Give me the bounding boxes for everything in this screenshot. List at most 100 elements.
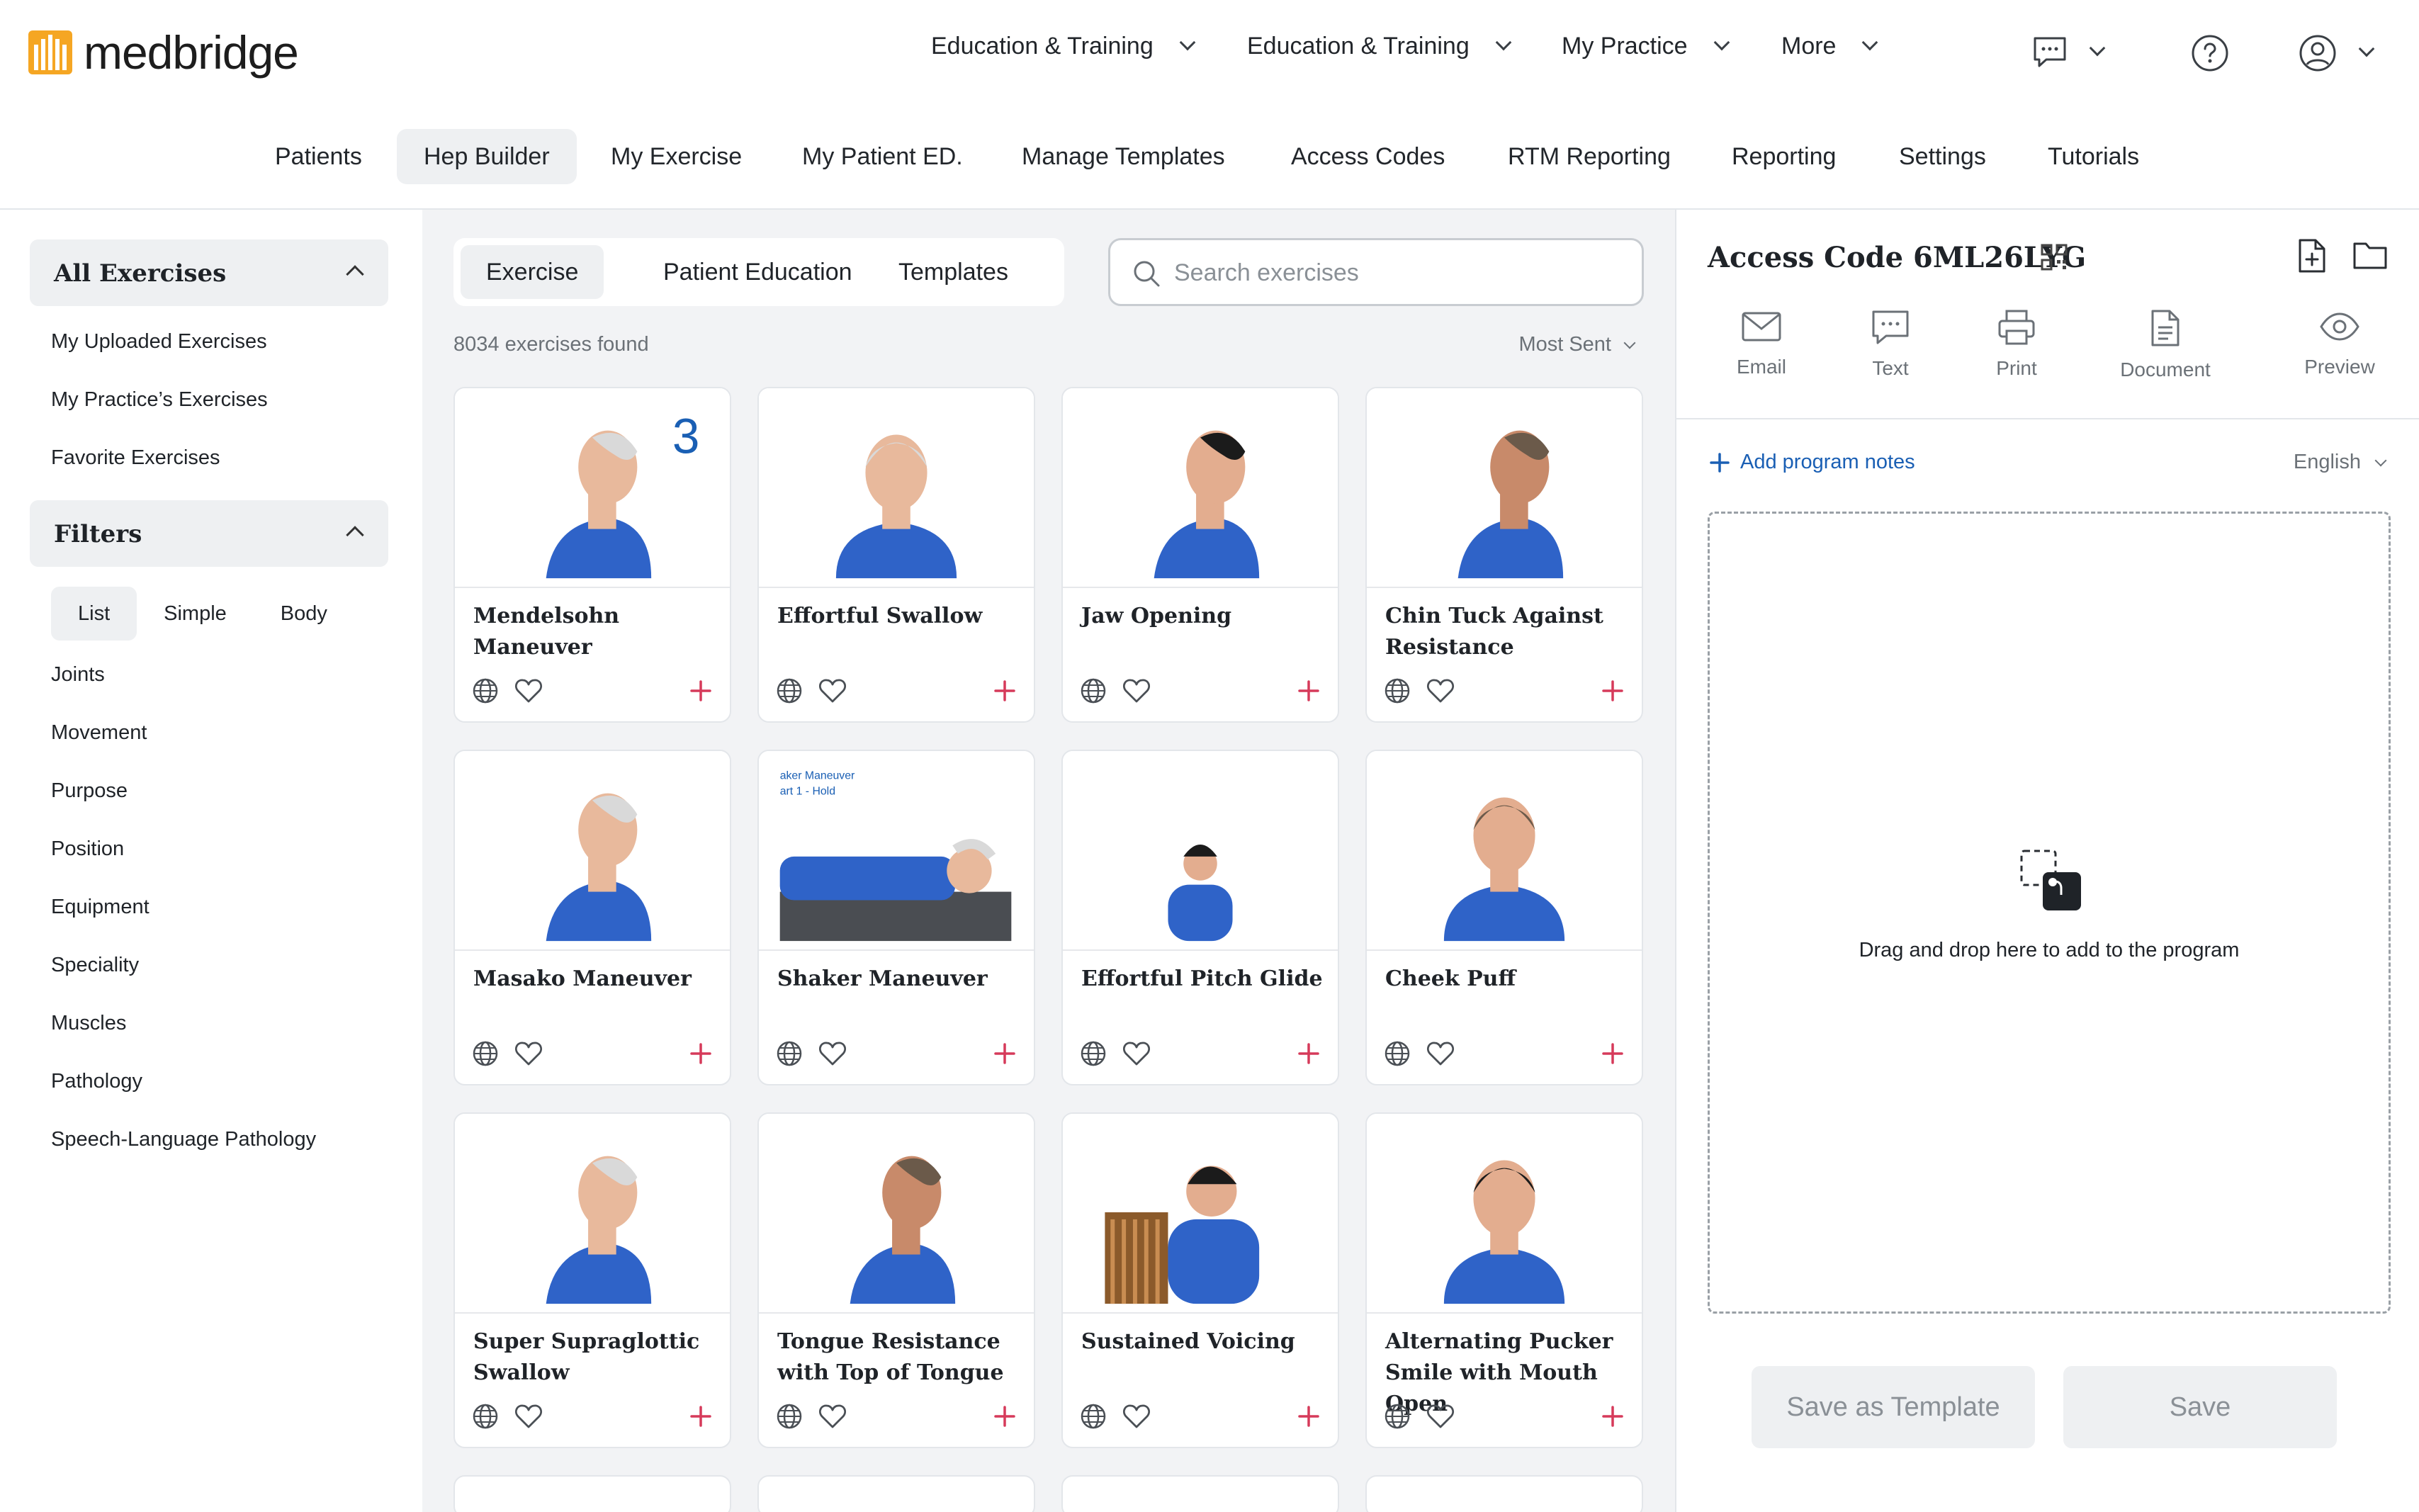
preview-action[interactable]: Preview — [2290, 309, 2389, 378]
globe-icon[interactable] — [1080, 1403, 1107, 1430]
heart-icon[interactable] — [1426, 1040, 1455, 1067]
filter-speech-language-pathology[interactable]: Speech-Language Pathology — [51, 1128, 316, 1151]
sidebar-item-my-uploaded[interactable]: My Uploaded Exercises — [51, 330, 267, 354]
exercise-card[interactable]: 3 Mendelsohn Maneuver — [453, 387, 731, 723]
add-exercise-plus-icon[interactable] — [1297, 1404, 1321, 1428]
exercise-card[interactable]: Alternating Pucker Smile with Mouth Open — [1365, 1112, 1643, 1448]
tab-exercise[interactable]: Exercise — [461, 245, 604, 299]
heart-icon[interactable] — [818, 1403, 847, 1430]
subnav-settings[interactable]: Settings — [1872, 129, 2013, 184]
exercise-card-partial[interactable] — [1365, 1475, 1643, 1512]
top-nav-more[interactable]: More — [1781, 33, 1878, 60]
heart-icon[interactable] — [1426, 1403, 1455, 1430]
filter-mode-list[interactable]: List — [51, 587, 137, 641]
subnav-manage-templates[interactable]: Manage Templates — [995, 129, 1252, 184]
folder-icon[interactable] — [2352, 239, 2388, 271]
add-program-notes[interactable]: Add program notes — [1709, 451, 1915, 474]
all-exercises-toggle[interactable]: All Exercises — [30, 239, 388, 306]
language-dropdown[interactable]: English — [2294, 451, 2387, 474]
sort-dropdown[interactable]: Most Sent — [1518, 333, 1636, 356]
heart-icon[interactable] — [1122, 1040, 1151, 1067]
add-exercise-plus-icon[interactable] — [689, 1404, 713, 1428]
add-exercise-plus-icon[interactable] — [993, 1404, 1017, 1428]
exercise-card-partial[interactable] — [453, 1475, 731, 1512]
heart-icon[interactable] — [1426, 677, 1455, 704]
globe-icon[interactable] — [1384, 1403, 1411, 1430]
globe-icon[interactable] — [776, 1403, 803, 1430]
filter-mode-simple[interactable]: Simple — [137, 587, 254, 641]
text-action[interactable]: Text — [1841, 309, 1940, 380]
add-exercise-plus-icon[interactable] — [1601, 1404, 1625, 1428]
heart-icon[interactable] — [1122, 1403, 1151, 1430]
document-action[interactable]: Document — [2116, 309, 2215, 381]
exercise-card[interactable]: Jaw Opening — [1061, 387, 1339, 723]
save-button[interactable]: Save — [2063, 1366, 2337, 1448]
subnav-rtm-reporting[interactable]: RTM Reporting — [1481, 129, 1698, 184]
filter-mode-body[interactable]: Body — [254, 587, 354, 641]
save-as-template-button[interactable]: Save as Template — [1752, 1366, 2035, 1448]
subnav-access-codes[interactable]: Access Codes — [1264, 129, 1472, 184]
globe-icon[interactable] — [776, 677, 803, 704]
account-menu[interactable] — [2299, 34, 2375, 72]
globe-icon[interactable] — [472, 677, 499, 704]
filters-toggle[interactable]: Filters — [30, 500, 388, 567]
filter-movement[interactable]: Movement — [51, 721, 147, 745]
exercise-card[interactable]: Cheek Puff — [1365, 750, 1643, 1085]
globe-icon[interactable] — [1080, 1040, 1107, 1067]
subnav-reporting[interactable]: Reporting — [1705, 129, 1863, 184]
print-action[interactable]: Print — [1967, 309, 2066, 380]
qr-code-icon[interactable] — [2041, 244, 2068, 271]
filter-speciality[interactable]: Speciality — [51, 954, 139, 977]
tab-templates[interactable]: Templates — [873, 245, 1034, 299]
add-exercise-plus-icon[interactable] — [689, 679, 713, 703]
add-exercise-plus-icon[interactable] — [993, 679, 1017, 703]
exercise-card[interactable]: Super Supraglottic Swallow — [453, 1112, 731, 1448]
sidebar-item-favorites[interactable]: Favorite Exercises — [51, 446, 220, 470]
add-exercise-plus-icon[interactable] — [1601, 679, 1625, 703]
filter-joints[interactable]: Joints — [51, 663, 105, 687]
heart-icon[interactable] — [514, 1040, 543, 1067]
globe-icon[interactable] — [1384, 677, 1411, 704]
add-exercise-plus-icon[interactable] — [1297, 679, 1321, 703]
globe-icon[interactable] — [1080, 677, 1107, 704]
program-drop-zone[interactable]: Drag and drop here to add to the program — [1708, 512, 2391, 1314]
exercise-card[interactable]: aker Maneuver art 1 - Hold Shaker Maneuver — [757, 750, 1035, 1085]
heart-icon[interactable] — [514, 677, 543, 704]
filter-pathology[interactable]: Pathology — [51, 1070, 142, 1093]
exercise-card-partial[interactable] — [757, 1475, 1035, 1512]
heart-icon[interactable] — [514, 1403, 543, 1430]
top-nav-my-practice[interactable]: My Practice — [1562, 33, 1730, 60]
sidebar-item-my-practice[interactable]: My Practice’s Exercises — [51, 388, 268, 412]
add-exercise-plus-icon[interactable] — [1297, 1042, 1321, 1066]
messages-menu[interactable] — [2032, 35, 2106, 69]
add-exercise-plus-icon[interactable] — [993, 1042, 1017, 1066]
medbridge-logo[interactable]: medbridge — [28, 28, 299, 77]
globe-icon[interactable] — [472, 1040, 499, 1067]
tab-patient-education[interactable]: Patient Education — [638, 245, 878, 299]
exercise-card[interactable]: Effortful Pitch Glide — [1061, 750, 1339, 1085]
subnav-patients[interactable]: Patients — [248, 129, 389, 184]
heart-icon[interactable] — [1122, 677, 1151, 704]
exercise-card[interactable]: Sustained Voicing — [1061, 1112, 1339, 1448]
subnav-my-patient-ed[interactable]: My Patient ED. — [775, 129, 990, 184]
subnav-my-exercise[interactable]: My Exercise — [584, 129, 769, 184]
exercise-card[interactable]: Effortful Swallow — [757, 387, 1035, 723]
exercise-card-partial[interactable] — [1061, 1475, 1339, 1512]
filter-muscles[interactable]: Muscles — [51, 1012, 126, 1035]
filter-equipment[interactable]: Equipment — [51, 896, 150, 919]
exercise-card[interactable]: Tongue Resistance with Top of Tongue — [757, 1112, 1035, 1448]
add-exercise-plus-icon[interactable] — [689, 1042, 713, 1066]
filter-position[interactable]: Position — [51, 837, 124, 861]
subnav-tutorials[interactable]: Tutorials — [2021, 129, 2166, 184]
search-input[interactable] — [1174, 256, 1613, 290]
top-nav-education-training-2[interactable]: Education & Training — [1247, 33, 1512, 60]
subnav-hep-builder[interactable]: Hep Builder — [397, 129, 577, 184]
heart-icon[interactable] — [818, 1040, 847, 1067]
globe-icon[interactable] — [776, 1040, 803, 1067]
add-exercise-plus-icon[interactable] — [1601, 1042, 1625, 1066]
globe-icon[interactable] — [1384, 1040, 1411, 1067]
add-document-icon[interactable] — [2296, 238, 2327, 273]
globe-icon[interactable] — [472, 1403, 499, 1430]
help-icon[interactable] — [2191, 34, 2229, 72]
exercise-card[interactable]: Masako Maneuver — [453, 750, 731, 1085]
